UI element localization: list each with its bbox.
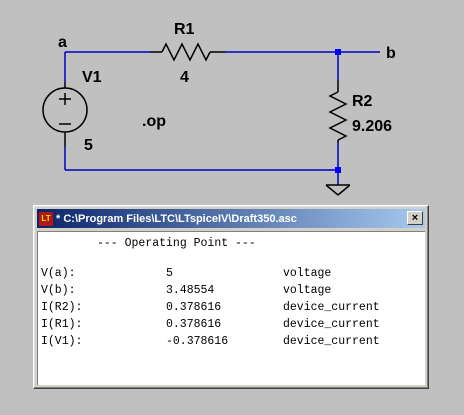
result-name: I(R1): [41,318,83,331]
result-value: 0.378616 [166,301,222,314]
r1-name-label[interactable]: R1 [174,21,195,38]
result-row: I(R1): 0.378616 device_current [41,318,421,335]
operating-point-header: --- Operating Point --- [97,237,256,250]
v1-value-label[interactable]: 5 [84,137,93,154]
result-value: 5 [166,267,173,280]
ground-icon[interactable] [325,184,351,196]
junction-b[interactable] [335,49,341,55]
result-name: V(a): [41,267,76,280]
wires [64,51,380,185]
result-row: I(R2): 0.378616 device_current [41,301,421,318]
resistor-r1[interactable] [150,42,225,62]
result-type: device_current [283,301,380,314]
result-type: voltage [283,284,332,297]
ltspice-app-icon: LT [39,211,53,226]
node-label-b[interactable]: b [386,45,396,62]
operating-point-window[interactable]: LT * C:\Program Files\LTC\LTspiceIV\Draf… [33,205,429,389]
results-pane[interactable]: --- Operating Point --- V(a): 5 voltage … [37,231,425,385]
result-type: device_current [283,335,380,348]
result-row: V(a): 5 voltage [41,267,421,284]
node-label-a[interactable]: a [58,34,67,51]
junction-gnd[interactable] [335,167,341,173]
result-row: I(V1): -0.378616 device_current [41,335,421,352]
close-button[interactable]: × [407,211,423,225]
result-name: I(V1): [41,335,83,348]
result-row: V(b): 3.48554 voltage [41,284,421,301]
r1-value-label[interactable]: 4 [180,69,189,86]
schematic-canvas[interactable]: a b R1 4 R2 9.206 V1 5 .op [0,0,464,200]
result-name: I(R2): [41,301,83,314]
result-name: V(b): [41,284,76,297]
spice-directive-op[interactable]: .op [142,113,166,130]
r2-name-label[interactable]: R2 [352,93,373,110]
r2-value-label[interactable]: 9.206 [352,118,392,135]
window-titlebar[interactable]: LT * C:\Program Files\LTC\LTspiceIV\Draf… [37,209,425,228]
result-value: 3.48554 [166,284,215,297]
window-title: * C:\Program Files\LTC\LTspiceIV\Draft35… [56,212,297,225]
result-type: voltage [283,267,332,280]
result-value: -0.378616 [166,335,229,348]
result-type: device_current [283,318,380,331]
voltage-source-v1[interactable] [42,82,88,147]
resistor-r2[interactable] [328,80,348,143]
v1-name-label[interactable]: V1 [82,69,102,86]
result-value: 0.378616 [166,318,222,331]
